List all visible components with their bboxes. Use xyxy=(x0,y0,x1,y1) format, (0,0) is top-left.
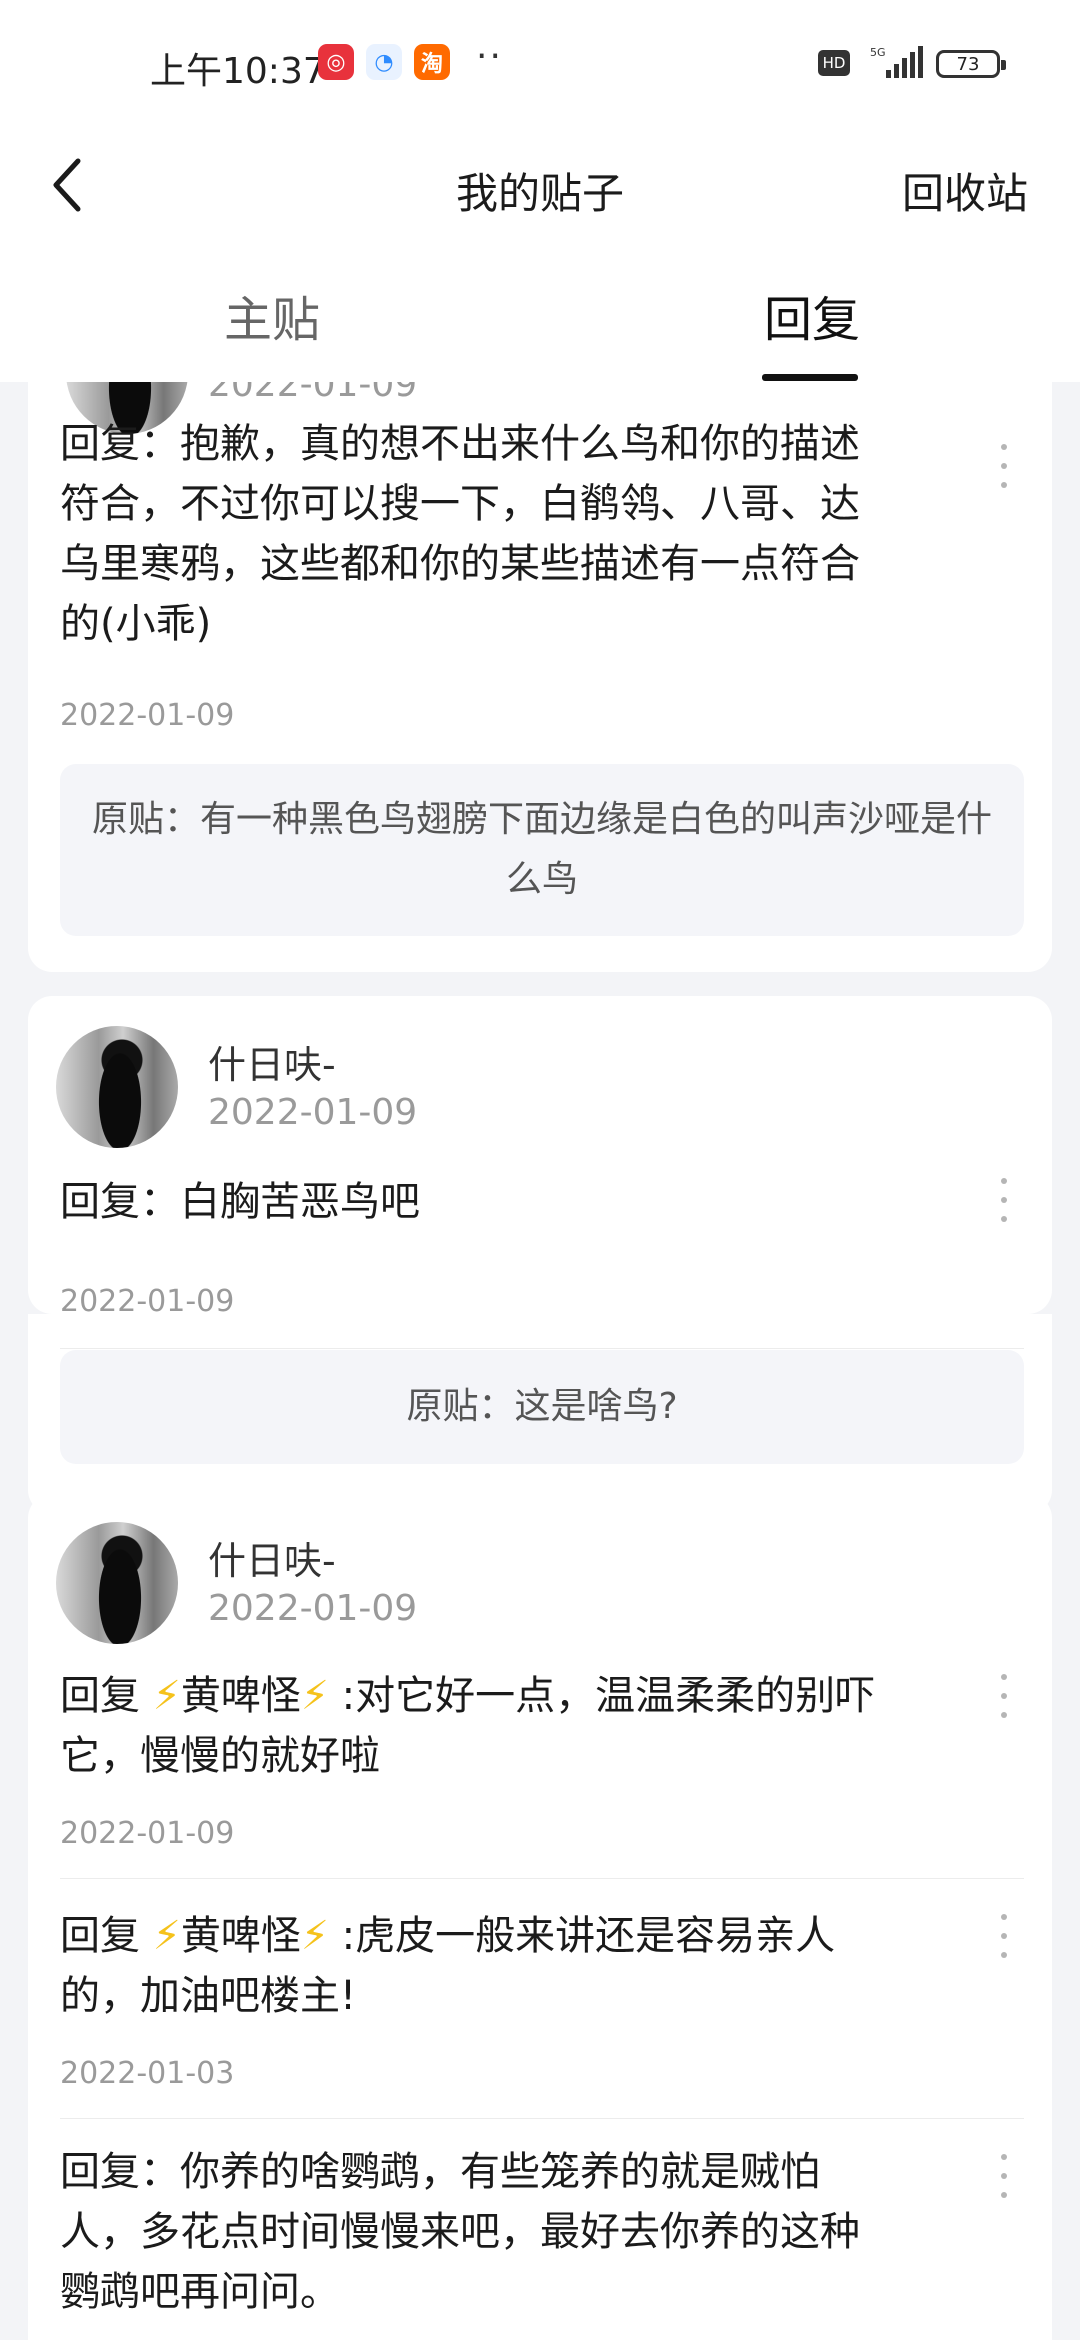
recycle-bin-button[interactable]: 回收站 xyxy=(902,160,1028,221)
divider xyxy=(60,1878,1024,1879)
reply-date: 2022-01-09 xyxy=(60,698,235,733)
lightning-icon: ⚡ xyxy=(152,1913,181,1959)
tab-main-posts[interactable]: 主贴 xyxy=(224,280,320,350)
active-tab-indicator xyxy=(762,374,858,381)
username[interactable]: 什日呋- xyxy=(208,1530,336,1585)
hd-icon: HD xyxy=(818,50,850,76)
reply-date: 2022-01-09 xyxy=(60,1816,235,1851)
user-post-date: 2022-01-09 xyxy=(208,1588,418,1629)
more-options-icon[interactable] xyxy=(994,1674,1014,1718)
more-options-icon[interactable] xyxy=(994,444,1014,488)
lightning-icon: ⚡ xyxy=(152,1673,181,1719)
lightning-icon: ⚡ xyxy=(300,1673,329,1719)
reply-text[interactable]: 回复：你养的啥鹦鹉，有些笼养的就是贼怕人，多花点时间慢慢来吧，最好去你养的这种鹦… xyxy=(60,2142,890,2322)
reply-text[interactable]: 回复 ⚡黄啤怪⚡ :对它好一点，温温柔柔的别吓它，慢慢的就好啦 xyxy=(60,1666,890,1786)
avatar[interactable] xyxy=(56,1522,178,1644)
divider xyxy=(60,1348,1024,1349)
reply-date: 2022-01-03 xyxy=(60,2056,235,2091)
reply-card: 什日呋- 2022-01-09 回复：白胸苦恶鸟吧 xyxy=(28,996,1052,1314)
browser-icon: ◔ xyxy=(366,44,402,80)
reply-card: 2022-01-09 回复：抱歉，真的想不出来什么鸟和你的描述符合，不过你可以搜… xyxy=(28,382,1052,972)
more-options-icon[interactable] xyxy=(994,1178,1014,1222)
reply-date: 2022-01-09 xyxy=(60,1284,235,1319)
more-notifications-icon: ·· xyxy=(476,36,503,77)
reply-text[interactable]: 回复：白胸苦恶鸟吧 xyxy=(60,1172,890,1232)
original-post-text: 原贴：这是啥鸟? xyxy=(406,1386,678,1427)
divider xyxy=(60,2118,1024,2119)
netease-music-icon: ◎ xyxy=(318,44,354,80)
reply-text[interactable]: 回复：抱歉，真的想不出来什么鸟和你的描述符合，不过你可以搜一下，白鹡鸰、八哥、达… xyxy=(60,414,890,654)
svg-text:5G: 5G xyxy=(870,46,886,59)
lightning-icon: ⚡ xyxy=(300,1913,329,1959)
avatar[interactable] xyxy=(56,1026,178,1148)
reply-text[interactable]: 回复 ⚡黄啤怪⚡ :虎皮一般来讲还是容易亲人的，加油吧楼主! xyxy=(60,1906,890,2026)
reply-card-footer: 2022-01-09 原贴：这是啥鸟? xyxy=(28,1284,1052,1514)
tab-replies[interactable]: 回复 xyxy=(764,280,860,350)
signal-icon: 5G xyxy=(868,44,924,80)
back-button[interactable] xyxy=(48,140,128,230)
chevron-left-icon xyxy=(53,158,81,212)
status-bar: 上午10:37 ◎ ◔ 淘 ·· HD 5G 73 xyxy=(0,0,1080,120)
username[interactable]: 什日呋- xyxy=(208,1034,336,1089)
original-post-text: 原贴：有一种黑色鸟翅膀下面边缘是白色的叫声沙哑是什么鸟 xyxy=(91,799,992,900)
top-nav-bar: 我的贴子 回收站 xyxy=(0,120,1080,250)
original-post-box[interactable]: 原贴：这是啥鸟? xyxy=(60,1350,1024,1464)
tab-bar: 主贴 回复 xyxy=(0,250,1080,382)
battery-level: 73 xyxy=(956,53,980,75)
taobao-icon: 淘 xyxy=(414,44,450,80)
more-options-icon[interactable] xyxy=(994,1914,1014,1958)
more-options-icon[interactable] xyxy=(994,2154,1014,2198)
replies-list[interactable]: 2022-01-09 回复：抱歉，真的想不出来什么鸟和你的描述符合，不过你可以搜… xyxy=(0,382,1080,2340)
status-time: 上午10:37 xyxy=(150,51,326,92)
reply-card: 什日呋- 2022-01-09 回复 ⚡黄啤怪⚡ :对它好一点，温温柔柔的别吓它… xyxy=(28,1494,1052,2340)
user-post-date: 2022-01-09 xyxy=(208,1092,418,1133)
user-post-date: 2022-01-09 xyxy=(208,382,418,405)
battery-icon: 73 xyxy=(936,50,1006,78)
original-post-box[interactable]: 原贴：有一种黑色鸟翅膀下面边缘是白色的叫声沙哑是什么鸟 xyxy=(60,764,1024,936)
